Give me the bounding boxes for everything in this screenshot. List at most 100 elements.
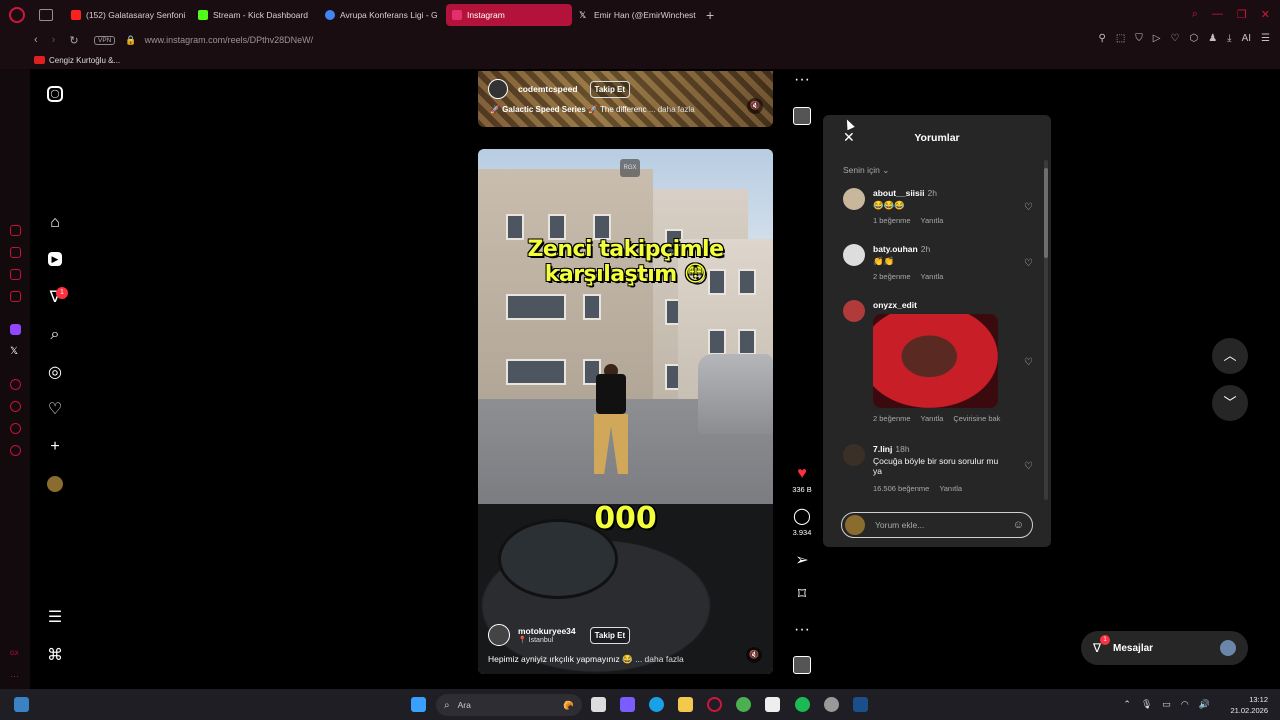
tab-x-emirhan[interactable]: 𝕏 Emir Han (@EmirWinchest [573,4,699,26]
avatar[interactable] [843,188,865,210]
search-icon[interactable]: ⌕ [46,326,64,344]
next-reel-button[interactable]: ﹀ [1212,385,1248,421]
new-tab-button[interactable]: + [706,7,714,23]
save-button[interactable]: ⌑ [786,586,818,604]
like-button[interactable]: ♥ 336 B [786,465,818,494]
start-icon[interactable] [411,697,426,712]
comment-button[interactable]: ◯ 3.934 [786,508,818,537]
gx-icon[interactable]: GX [10,651,19,657]
audio-button[interactable] [786,656,818,674]
home-icon[interactable]: ⌂ [46,214,64,232]
comment-username[interactable]: about__siisii [873,188,925,198]
profile-icon[interactable]: ♟ [1208,33,1217,44]
taskbar-search[interactable]: ⌕ Ara 🥐 [436,694,582,716]
messenger-icon[interactable] [10,269,21,280]
comment-username[interactable]: 7.linj [873,444,892,454]
explore-icon[interactable]: ◎ [46,364,64,382]
vpn-badge[interactable]: VPN [94,35,116,45]
more-link[interactable]: ... daha fazla [635,654,684,664]
shield-icon[interactable]: ⛉ [1135,33,1143,44]
chevron-up-icon[interactable]: ⌃ [1123,699,1131,710]
app-icon[interactable] [824,697,839,712]
top-more-button[interactable]: ··· [786,71,818,89]
extensions-icon[interactable]: ⬡ [1189,33,1198,44]
opera-gx-icon[interactable] [707,697,722,712]
tab-island-icon[interactable] [39,8,53,21]
back-icon[interactable]: ‹ [34,34,38,47]
explorer-icon[interactable] [678,697,693,712]
like-comment-icon[interactable]: ♡ [1024,461,1033,472]
gmail-icon[interactable] [10,291,21,302]
shopping-icon[interactable] [10,247,21,258]
settings-icon[interactable] [10,445,21,456]
reply-link[interactable]: Yanıtla [921,272,944,281]
instagram-logo-icon[interactable]: ◯ [47,86,63,102]
more-link[interactable]: ... daha fazla [649,105,695,114]
share-button[interactable]: ➢ [786,552,818,570]
reels-icon[interactable]: ▶ [48,252,62,266]
username[interactable]: motokuryee34 [518,626,576,636]
location[interactable]: 📍 İstanbul [518,636,576,644]
snapshot-icon[interactable]: ⬚ [1116,33,1125,44]
copilot-icon[interactable] [620,697,635,712]
notifications-icon[interactable]: ♡ [46,401,64,419]
create-icon[interactable]: + [46,438,64,456]
restore-icon[interactable]: ❐ [1237,8,1247,21]
menu-icon[interactable]: ☰ [1261,33,1270,44]
comment-username[interactable]: onyzx_edit [873,300,917,310]
clock[interactable]: 13:12 21.02.2026 [1230,694,1268,716]
like-count[interactable]: 16.506 beğenme [873,484,929,493]
forward-icon[interactable]: › [52,34,56,47]
search-tabs-icon[interactable]: ⌕ [1192,8,1198,21]
lock-icon[interactable]: 🔒 [125,35,136,46]
history-icon[interactable] [10,401,21,412]
like-comment-icon[interactable]: ♡ [1024,357,1033,368]
username[interactable]: codemtcspeed [518,84,578,94]
reload-icon[interactable]: ↻ [69,34,78,47]
tab-kick[interactable]: Stream - Kick Dashboard [192,4,318,26]
x-sidebar-icon[interactable]: 𝕏 [10,346,21,357]
previous-reel[interactable]: codemtcspeed Takip Et 🚀 Galactic Speed S… [478,71,773,127]
pinboard-icon[interactable] [10,423,21,434]
aria-icon[interactable] [10,225,21,236]
tab-instagram[interactable]: Instagram [446,3,572,26]
minimize-icon[interactable]: — [1212,8,1223,21]
opera-logo-icon[interactable] [9,6,25,23]
comment-gif[interactable] [873,314,998,408]
avatar[interactable] [488,624,510,646]
comment-input[interactable] [875,520,1005,530]
profile-avatar[interactable] [47,476,63,492]
music-icon[interactable] [10,379,21,390]
messages-button[interactable]: ∇ 1 Mesajlar [1081,631,1248,665]
avatar[interactable] [843,444,865,466]
more-menu-icon[interactable]: ☰ [46,609,64,627]
mute-icon[interactable]: 🔇 [746,647,762,663]
close-window-icon[interactable]: ✕ [1261,8,1270,21]
download-icon[interactable]: ⤓ [1227,33,1231,44]
wifi-icon[interactable]: ◠ [1181,699,1189,710]
store-icon[interactable] [765,697,780,712]
like-count[interactable]: 1 beğenme [873,216,911,225]
avatar[interactable] [488,79,508,99]
reply-link[interactable]: Yanıtla [921,216,944,225]
previous-reel-button[interactable]: ︿ [1212,338,1248,374]
steam-icon[interactable] [853,697,868,712]
more-dots-icon[interactable]: ··· [10,671,19,681]
url-field[interactable]: www.instagram.com/reels/DPthv28DNeW/ [145,35,314,45]
widgets-icon[interactable] [14,697,29,712]
meta-apps-icon[interactable]: ⌘ [46,647,64,665]
more-button[interactable]: ··· [786,621,818,639]
mute-icon[interactable]: 🔇 [747,98,763,114]
follow-button[interactable]: Takip Et [589,80,631,98]
comment-username[interactable]: baty.ouhan [873,244,918,254]
comments-scrollbar[interactable] [1044,160,1048,500]
sort-dropdown[interactable]: Senin için ⌄ [843,165,889,176]
volume-icon[interactable]: 🔊 [1199,699,1210,710]
reply-link[interactable]: Yanıtla [921,414,944,423]
display-icon[interactable]: ▭ [1162,699,1171,710]
edge-icon[interactable] [649,697,664,712]
follow-button[interactable]: Takip Et [589,626,631,644]
task-view-icon[interactable] [591,697,606,712]
like-count[interactable]: 2 beğenme [873,272,911,281]
heart-icon[interactable]: ♡ [1170,33,1179,44]
